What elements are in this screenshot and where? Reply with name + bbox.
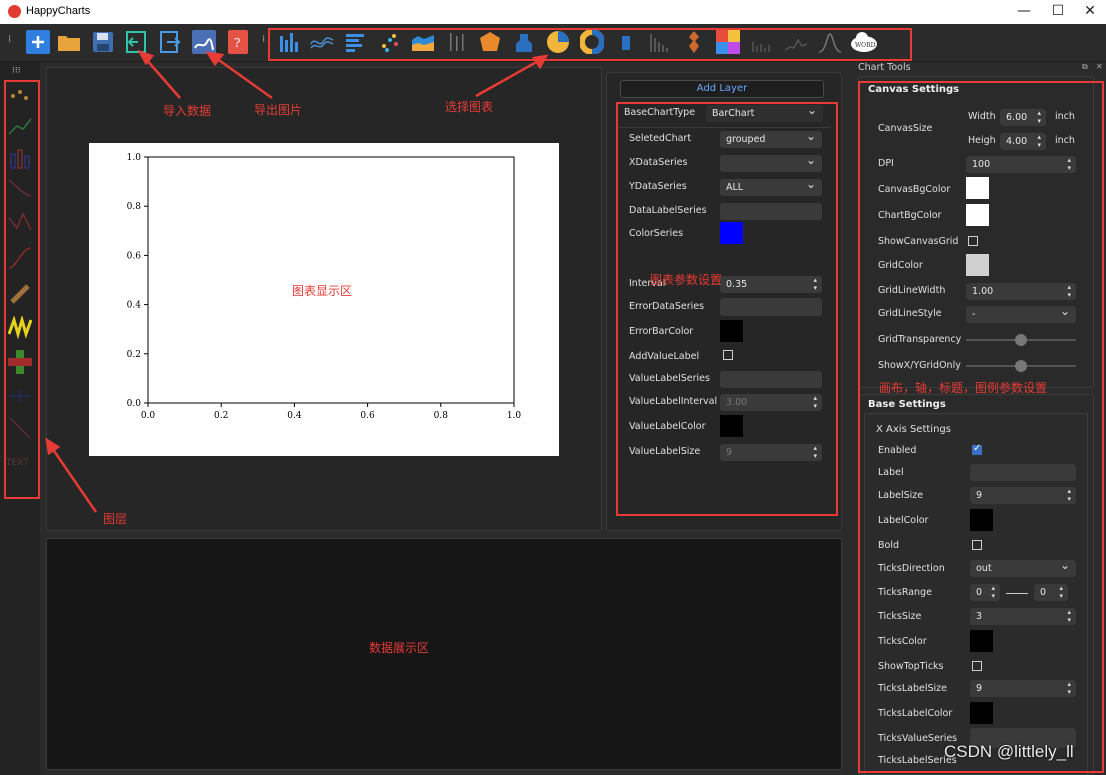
import-data-annotation: 导入数据 bbox=[163, 104, 212, 118]
data-display-annotation: 数据展示区 bbox=[369, 641, 430, 655]
layers-annotation: 图层 bbox=[103, 512, 128, 526]
select-chart-annotation: 选择图表 bbox=[445, 100, 494, 114]
canvas-params-annotation: 画布，轴，标题，图例参数设置 bbox=[879, 381, 1048, 395]
chart-params-annotation: 图表参数设置 bbox=[650, 273, 723, 287]
chart-display-annotation: 图表显示区 bbox=[292, 284, 353, 298]
watermark-text: CSDN @littlely_ll bbox=[944, 742, 1074, 761]
export-image-annotation: 导出图片 bbox=[254, 103, 303, 117]
